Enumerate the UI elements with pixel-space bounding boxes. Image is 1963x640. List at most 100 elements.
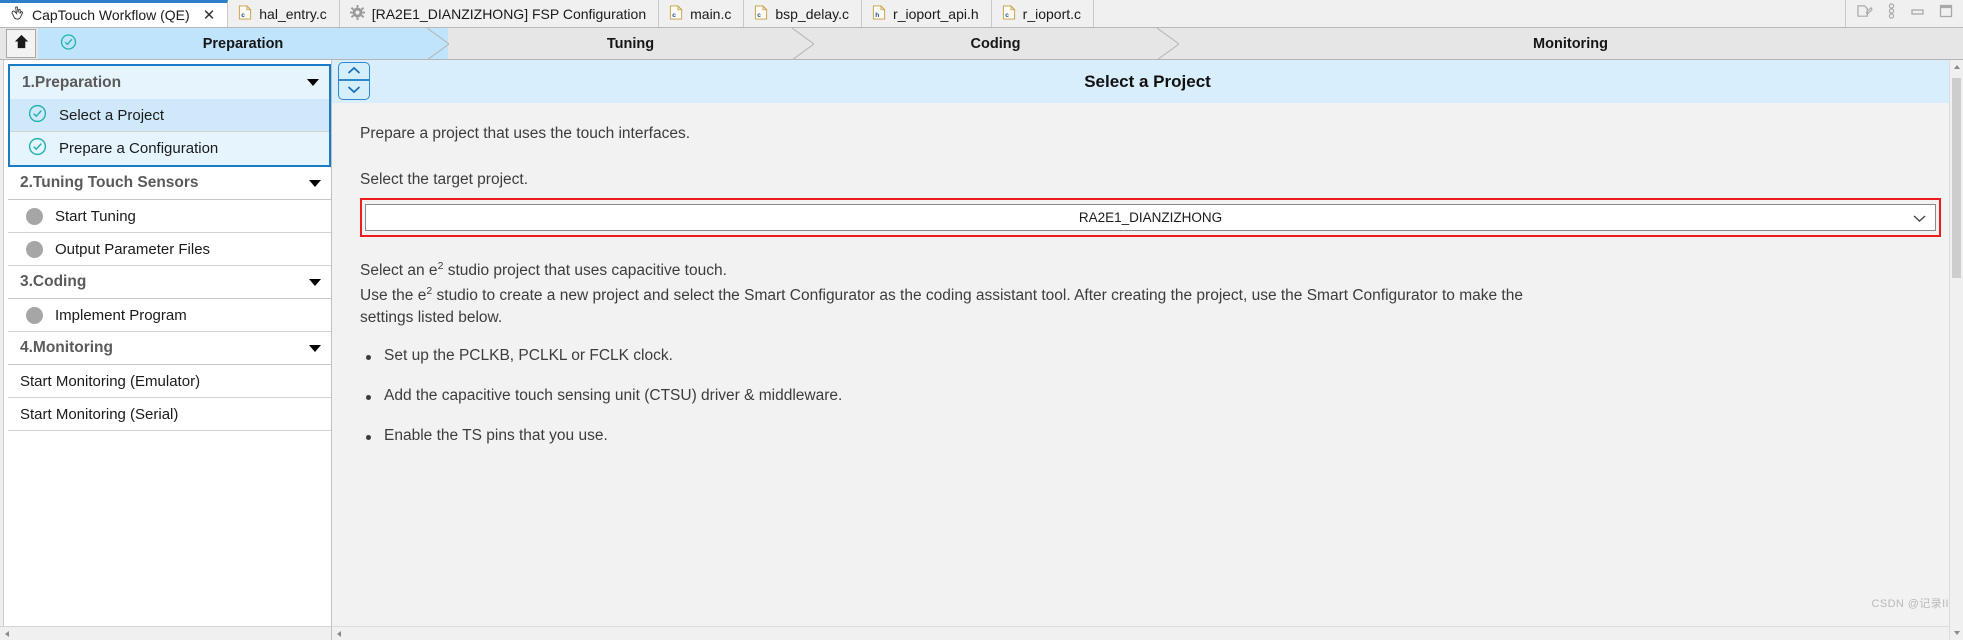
workflow-step-label: Coding — [970, 35, 1021, 52]
previous-step-button[interactable] — [338, 62, 370, 81]
gear-icon — [349, 4, 365, 23]
sidebar-sections: 1.Preparation Select a Project Prepare a… — [8, 64, 331, 511]
workflow-step-label: Preparation — [202, 35, 284, 52]
minimize-icon[interactable] — [1910, 5, 1925, 23]
tab-bsp-delay-c[interactable]: c bsp_delay.c — [744, 0, 863, 27]
sidebar-item-output-parameter-files[interactable]: Output Parameter Files — [8, 233, 331, 266]
workflow-step-coding[interactable]: Coding — [813, 27, 1180, 61]
sidebar-item-start-tuning[interactable]: Start Tuning — [8, 200, 331, 233]
workflow-step-monitoring[interactable]: Monitoring — [1178, 28, 1963, 59]
chevron-down-icon[interactable] — [309, 278, 321, 286]
tab-r-ioport-api-h[interactable]: h r_ioport_api.h — [862, 0, 992, 27]
list-item: Enable the TS pins that you use. — [360, 427, 1941, 445]
chevron-up-icon — [347, 62, 361, 80]
sidebar-empty-space — [8, 431, 331, 511]
panel-body: Prepare a project that uses the touch in… — [332, 103, 1963, 625]
list-item: Add the capacitive touch sensing unit (C… — [360, 387, 1941, 405]
sidebar-section-header-monitoring[interactable]: 4.Monitoring — [8, 332, 331, 365]
chevron-down-icon — [347, 81, 361, 99]
sidebar-item-prepare-a-configuration[interactable]: Prepare a Configuration — [10, 132, 329, 165]
project-select-value: RA2E1_DIANZIZHONG — [1078, 210, 1223, 225]
sidebar-item-label: Output Parameter Files — [55, 240, 211, 258]
sidebar-left-edge — [0, 60, 4, 640]
tab-label: bsp_delay.c — [775, 5, 850, 22]
vertical-scroll-thumb[interactable] — [1952, 78, 1961, 278]
sidebar-horizontal-scrollbar[interactable] — [0, 626, 331, 640]
sidebar-item-start-monitoring-serial[interactable]: Start Monitoring (Serial) — [8, 398, 331, 431]
sidebar-item-select-a-project[interactable]: Select a Project — [10, 99, 329, 132]
tab-label: main.c — [690, 5, 732, 22]
svg-text:c: c — [242, 12, 246, 19]
intro-text: Prepare a project that uses the touch in… — [360, 125, 690, 142]
pending-dot-icon — [26, 306, 43, 324]
scroll-up-icon[interactable] — [1950, 60, 1963, 74]
project-select[interactable]: RA2E1_DIANZIZHONG — [365, 204, 1936, 231]
main-panel: Select a Project Prepare a project that … — [332, 60, 1963, 640]
captouch-icon — [10, 6, 25, 24]
chevron-down-icon[interactable] — [309, 344, 321, 352]
workflow-step-label: Monitoring — [1533, 35, 1608, 52]
sidebar-section-preparation: 1.Preparation Select a Project Prepare a… — [8, 64, 331, 167]
tab-label: hal_entry.c — [259, 5, 327, 22]
sidebar-item-label: Select a Project — [59, 106, 165, 124]
svg-text:c: c — [1005, 12, 1009, 19]
content-horizontal-scrollbar[interactable] — [332, 626, 1949, 640]
description-line-1: Select an e2 studio project that uses ca… — [360, 259, 1540, 282]
tab-fsp-configuration[interactable]: [RA2E1_DIANZIZHONG] FSP Configuration — [339, 0, 660, 27]
sidebar-section-tuning: 2.Tuning Touch Sensors Start Tuning Outp… — [8, 167, 331, 266]
sidebar-section-header-preparation[interactable]: 1.Preparation — [10, 66, 329, 99]
maximize-icon[interactable] — [1939, 4, 1953, 23]
tab-hal-entry-c[interactable]: c hal_entry.c — [228, 0, 340, 27]
tab-main-c[interactable]: c main.c — [659, 0, 745, 27]
view-toolbar — [1846, 0, 1963, 27]
next-step-button[interactable] — [338, 81, 370, 100]
sidebar-section-label: 3.Coding — [20, 273, 87, 290]
scroll-down-icon[interactable] — [1950, 626, 1963, 640]
workflow-step-preparation[interactable]: Preparation — [38, 27, 450, 61]
setup-steps-list: Set up the PCLKB, PCLKL or FCLK clock. A… — [360, 347, 1941, 445]
sidebar-item-start-monitoring-emulator[interactable]: Start Monitoring (Emulator) — [8, 365, 331, 398]
chevron-down-icon[interactable] — [1913, 210, 1926, 225]
workspace: 1.Preparation Select a Project Prepare a… — [0, 60, 1963, 640]
content-vertical-scrollbar[interactable] — [1949, 60, 1963, 640]
tab-label: [RA2E1_DIANZIZHONG] FSP Configuration — [371, 5, 647, 22]
description-line-2-part-b: studio to create a new project and selec… — [360, 287, 1523, 327]
sidebar-section-label: 1.Preparation — [22, 73, 122, 91]
close-icon[interactable]: ✕ — [203, 7, 216, 23]
chevron-down-icon[interactable] — [309, 179, 321, 187]
description-line-1-part-a: Select an e — [360, 262, 438, 280]
c-file-icon: c — [1002, 4, 1016, 23]
project-combo-highlight: RA2E1_DIANZIZHONG — [360, 198, 1941, 237]
svg-text:h: h — [875, 12, 879, 19]
sidebar-item-implement-program[interactable]: Implement Program — [8, 299, 331, 332]
tab-captouch-workflow[interactable]: CapTouch Workflow (QE) ✕ — [0, 0, 229, 27]
view-menu-icon[interactable] — [1887, 3, 1896, 24]
sidebar-item-label: Start Tuning — [55, 207, 136, 225]
home-button[interactable] — [6, 29, 36, 58]
chevron-down-icon[interactable] — [307, 79, 319, 86]
description-line-2-part-a: Use the e — [360, 287, 427, 305]
c-file-icon: c — [669, 4, 683, 23]
tab-label: r_ioport_api.h — [893, 5, 979, 22]
tab-r-ioport-c[interactable]: c r_ioport.c — [991, 0, 1095, 27]
sidebar-section-header-tuning[interactable]: 2.Tuning Touch Sensors — [8, 167, 331, 200]
description-line-2: Use the e2 studio to create a new projec… — [360, 284, 1540, 329]
restore-view-icon[interactable] — [1856, 4, 1873, 24]
svg-text:c: c — [672, 12, 676, 19]
workflow-step-tuning[interactable]: Tuning — [448, 27, 815, 61]
c-file-icon: c — [238, 4, 252, 23]
home-icon — [13, 33, 30, 55]
tab-label: CapTouch Workflow (QE) — [32, 7, 190, 23]
select-project-label: Select the target project. — [360, 171, 529, 188]
sidebar-item-label: Implement Program — [55, 306, 187, 324]
sidebar-item-label: Prepare a Configuration — [59, 140, 219, 157]
check-circle-icon — [28, 137, 47, 160]
scroll-left-icon[interactable] — [3, 625, 11, 640]
sidebar-section-header-coding[interactable]: 3.Coding — [8, 266, 331, 299]
scroll-left-icon[interactable] — [332, 627, 346, 640]
chevron-right-icon — [1156, 27, 1180, 61]
step-nav-buttons — [338, 62, 370, 100]
tab-label: r_ioport.c — [1022, 5, 1082, 22]
check-circle-icon — [60, 33, 77, 54]
sidebar-section-coding: 3.Coding Implement Program — [8, 266, 331, 332]
